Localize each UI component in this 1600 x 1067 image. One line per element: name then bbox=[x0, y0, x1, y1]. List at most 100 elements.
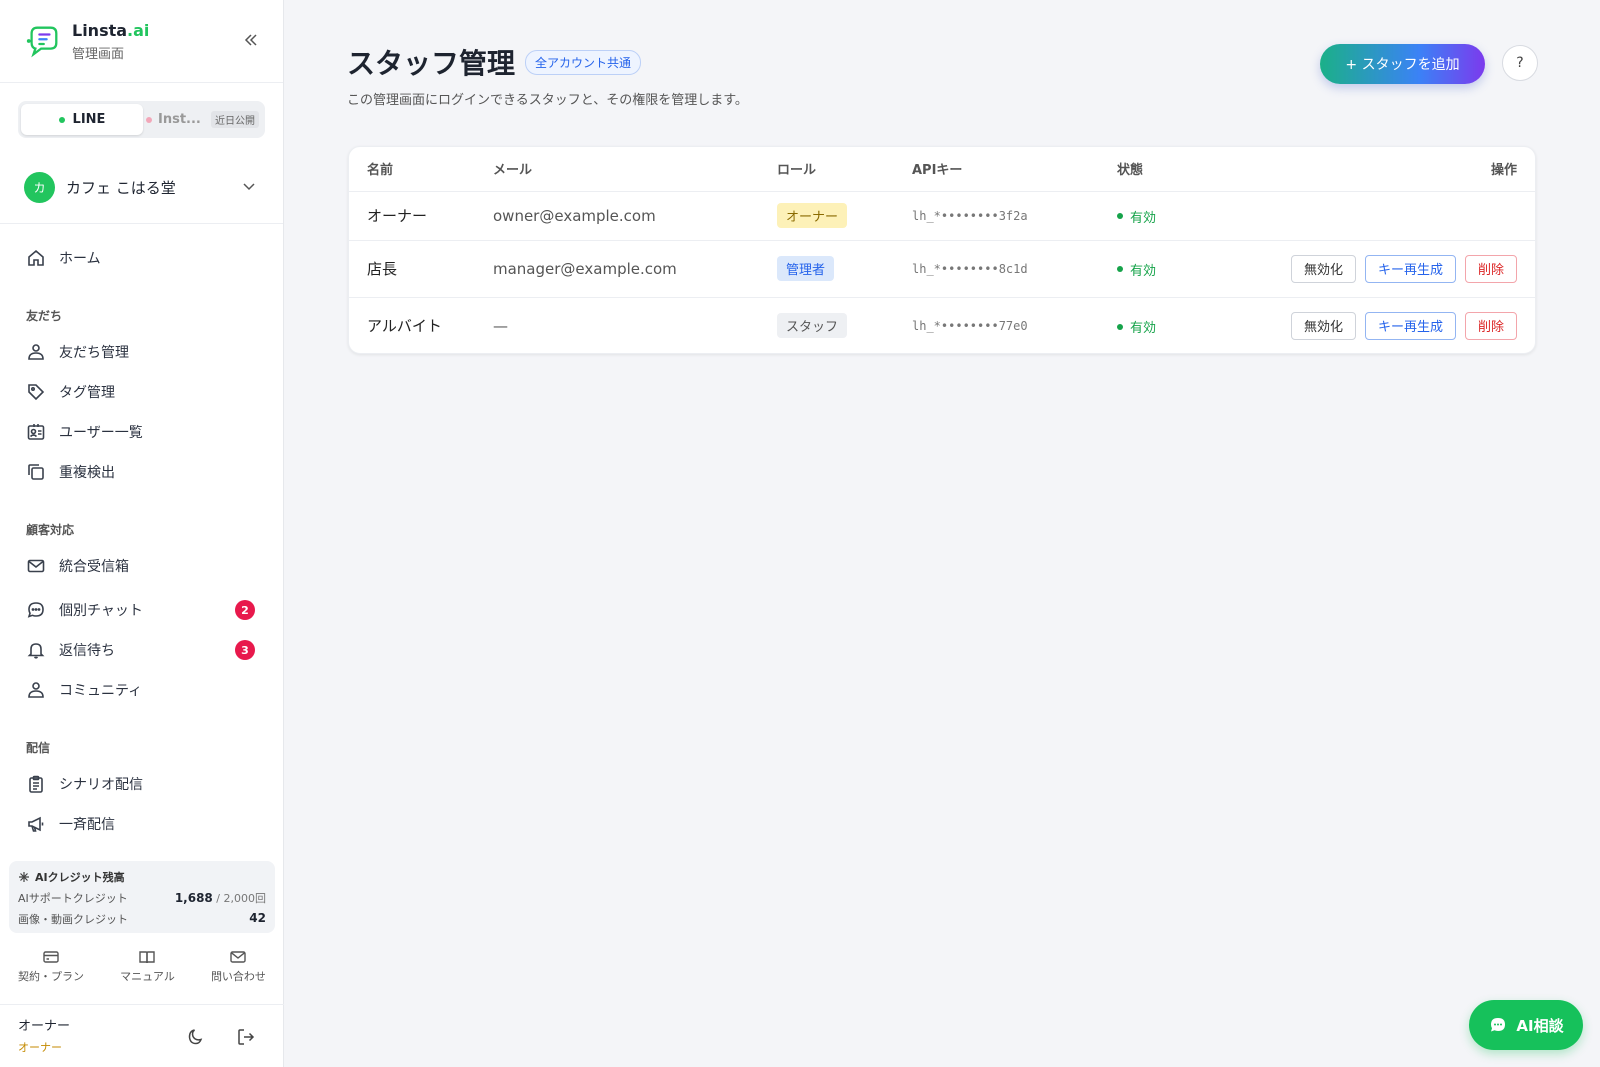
chat-bubble-icon bbox=[1491, 1018, 1506, 1032]
status-badge: 有効 bbox=[1117, 317, 1156, 336]
scope-badge: 全アカウント共通 bbox=[525, 49, 642, 75]
manual-link[interactable]: マニュアル bbox=[120, 948, 175, 992]
regenerate-key-button[interactable]: キー再生成 bbox=[1364, 254, 1456, 283]
media-credit-label: 画像・動画クレジット bbox=[18, 913, 128, 926]
contact-link[interactable]: 問い合わせ bbox=[211, 948, 266, 992]
sidebar-item-user-list[interactable]: ユーザー一覧 bbox=[0, 412, 283, 452]
role-badge-admin: 管理者 bbox=[777, 256, 835, 281]
sidebar-item-label: 返信待ち bbox=[59, 643, 115, 659]
channel-tab-instagram[interactable]: Inst... bbox=[146, 112, 201, 127]
api-key: lh_*••••••••8c1d bbox=[912, 240, 1117, 298]
bell-icon bbox=[26, 640, 46, 660]
support-credit-max: / 2,000回 bbox=[212, 892, 266, 905]
brand-logo-icon bbox=[26, 26, 58, 58]
user-actions bbox=[186, 1027, 256, 1047]
disable-button[interactable]: 無効化 bbox=[1290, 311, 1356, 340]
regenerate-key-button[interactable]: キー再生成 bbox=[1364, 311, 1456, 340]
brand-name: Linsta.ai bbox=[72, 20, 150, 40]
table-row: 店長 manager@example.com 管理者 lh_*••••••••8… bbox=[349, 240, 1535, 298]
mail-icon bbox=[230, 951, 247, 963]
account-name: カフェ こはる堂 bbox=[66, 179, 176, 197]
staff-name: オーナー bbox=[349, 191, 493, 241]
coming-soon-badge: 近日公開 bbox=[211, 111, 259, 128]
sidebar-item-label: 一斉配信 bbox=[59, 817, 115, 833]
mail-icon bbox=[26, 556, 46, 576]
sidebar-item-pending[interactable]: 返信待ち 3 bbox=[0, 630, 283, 670]
sidebar-item-label: 個別チャット bbox=[59, 603, 143, 619]
channel-insta-label: Inst... bbox=[158, 112, 201, 127]
sparkle-icon bbox=[19, 872, 29, 882]
row-actions: 無効化 キー再生成 削除 bbox=[1290, 254, 1517, 283]
ai-consult-label: AI相談 bbox=[1516, 1016, 1564, 1035]
sidebar-item-label: 友だち管理 bbox=[59, 345, 129, 361]
logout-icon[interactable] bbox=[236, 1027, 256, 1047]
staff-email: owner@example.com bbox=[493, 191, 777, 241]
status-dot bbox=[1117, 266, 1123, 273]
status-dot bbox=[1117, 213, 1123, 220]
api-key: lh_*••••••••77e0 bbox=[912, 318, 1028, 333]
sidebar-item-label: ホーム bbox=[59, 251, 101, 267]
unread-count-badge: 2 bbox=[235, 600, 255, 620]
channel-switch: LINE Inst... 近日公開 bbox=[18, 101, 265, 138]
sidebar-item-chat[interactable]: 個別チャット 2 bbox=[0, 590, 283, 630]
chat-bubble-icon bbox=[26, 600, 46, 620]
collapse-sidebar-button[interactable] bbox=[239, 28, 263, 52]
sidebar-item-inbox[interactable]: 統合受信箱 bbox=[0, 546, 283, 586]
staff-email: — bbox=[493, 316, 508, 335]
sidebar-item-tags[interactable]: タグ管理 bbox=[0, 372, 283, 412]
staff-email: manager@example.com bbox=[493, 240, 777, 298]
add-staff-button[interactable]: + スタッフを追加 bbox=[1320, 44, 1485, 84]
sidebar-item-duplicates[interactable]: 重複検出 bbox=[0, 452, 283, 492]
moon-icon[interactable] bbox=[186, 1027, 206, 1047]
column-header-name: 名前 bbox=[349, 147, 493, 192]
status-badge: 有効 bbox=[1117, 207, 1156, 226]
users-icon bbox=[26, 342, 46, 362]
column-header-role: ロール bbox=[777, 147, 912, 192]
sidebar-item-label: ユーザー一覧 bbox=[59, 425, 143, 441]
status-dot bbox=[1117, 323, 1123, 330]
table-row: アルバイト — スタッフ lh_*••••••••77e0 有効 無効化 キー再… bbox=[349, 297, 1535, 353]
account-selector[interactable]: カ カフェ こはる堂 bbox=[0, 152, 283, 224]
pending-count-badge: 3 bbox=[235, 640, 255, 660]
support-credit-label: AIサポートクレジット bbox=[18, 892, 128, 905]
role-badge-staff: スタッフ bbox=[777, 313, 848, 339]
sidebar-item-label: タグ管理 bbox=[59, 385, 115, 401]
status-badge: 有効 bbox=[1117, 260, 1156, 279]
sidebar-item-label: 重複検出 bbox=[59, 465, 115, 481]
row-actions: 無効化 キー再生成 削除 bbox=[1290, 311, 1517, 340]
sidebar-item-label: コミュニティ bbox=[59, 683, 143, 699]
book-open-icon bbox=[139, 951, 156, 964]
row-actions bbox=[1267, 191, 1535, 241]
sidebar-item-community[interactable]: コミュニティ bbox=[0, 670, 283, 710]
nav-section-support: 顧客対応 bbox=[26, 522, 75, 537]
credit-card-icon bbox=[43, 951, 59, 963]
megaphone-icon bbox=[26, 814, 46, 834]
delete-button[interactable]: 削除 bbox=[1464, 254, 1517, 283]
delete-button[interactable]: 削除 bbox=[1464, 311, 1517, 340]
sidebar-item-home[interactable]: ホーム bbox=[0, 238, 283, 278]
media-credit-value: 42 bbox=[249, 911, 266, 925]
channel-tab-line[interactable]: LINE bbox=[21, 104, 143, 135]
column-header-status: 状態 bbox=[1117, 147, 1267, 192]
help-button[interactable]: ? bbox=[1502, 45, 1538, 81]
ai-consult-button[interactable]: AI相談 bbox=[1469, 1000, 1583, 1050]
column-header-email: メール bbox=[493, 147, 777, 192]
column-header-actions: 操作 bbox=[1267, 147, 1535, 192]
plan-link[interactable]: 契約・プラン bbox=[18, 948, 84, 992]
contact-card-icon bbox=[26, 422, 46, 442]
line-status-dot bbox=[58, 116, 65, 123]
main-content: スタッフ管理 全アカウント共通 この管理画面にログインできるスタッフと、その権限… bbox=[284, 0, 1600, 1067]
sidebar-item-broadcast[interactable]: 一斉配信 bbox=[0, 804, 283, 844]
nav-section-delivery: 配信 bbox=[26, 740, 51, 755]
page-description: この管理画面にログインできるスタッフと、その権限を管理します。 bbox=[347, 93, 748, 108]
brand-subtitle: 管理画面 bbox=[72, 46, 125, 62]
sidebar-item-scenario[interactable]: シナリオ配信 bbox=[0, 764, 283, 804]
table-row: オーナー owner@example.com オーナー lh_*••••••••… bbox=[349, 191, 1535, 241]
api-key: lh_*••••••••3f2a bbox=[912, 191, 1117, 241]
copy-icon bbox=[26, 462, 46, 482]
disable-button[interactable]: 無効化 bbox=[1290, 254, 1356, 283]
media-credit-row: 画像・動画クレジット 42 bbox=[18, 911, 266, 927]
ai-credit-panel: AIクレジット残高 AIサポートクレジット 1,688 / 2,000回 画像・… bbox=[9, 861, 275, 933]
sidebar-item-friends[interactable]: 友だち管理 bbox=[0, 332, 283, 372]
sidebar-item-label: シナリオ配信 bbox=[59, 777, 143, 793]
